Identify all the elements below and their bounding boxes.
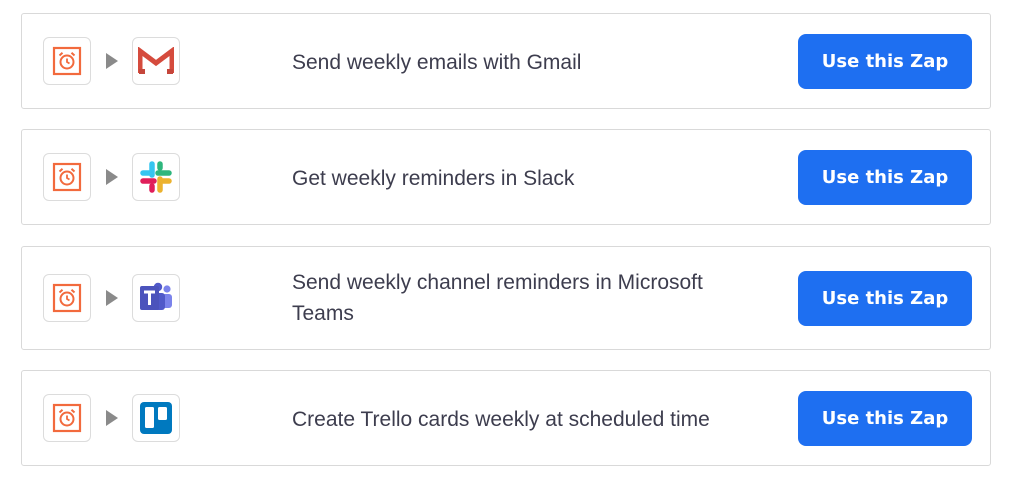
alarm-clock-icon xyxy=(52,283,82,313)
zap-card[interactable]: Send weekly channel reminders in Microso… xyxy=(21,246,991,350)
zap-card[interactable]: Send weekly emails with Gmail Use this Z… xyxy=(21,13,991,109)
alarm-clock-icon xyxy=(52,46,82,76)
zap-template-list: Send weekly emails with Gmail Use this Z… xyxy=(0,0,1024,477)
action-app-icon xyxy=(132,153,180,201)
alarm-clock-icon xyxy=(52,403,82,433)
zap-title: Send weekly channel reminders in Microso… xyxy=(292,271,703,325)
use-zap-button[interactable]: Use this Zap xyxy=(798,391,972,446)
use-zap-button[interactable]: Use this Zap xyxy=(798,271,972,326)
schedule-app-icon xyxy=(43,274,91,322)
schedule-app-icon xyxy=(43,394,91,442)
trello-icon xyxy=(140,402,172,434)
schedule-app-icon xyxy=(43,37,91,85)
zap-card[interactable]: Get weekly reminders in Slack Use this Z… xyxy=(21,129,991,225)
microsoft-teams-icon xyxy=(140,282,172,310)
use-zap-button[interactable]: Use this Zap xyxy=(798,150,972,205)
action-app-icon xyxy=(132,37,180,85)
zap-title: Get weekly reminders in Slack xyxy=(292,167,575,190)
arrow-right-icon xyxy=(106,290,118,306)
action-app-icon xyxy=(132,274,180,322)
alarm-clock-icon xyxy=(52,162,82,192)
zap-title: Send weekly emails with Gmail xyxy=(292,51,582,74)
use-zap-button[interactable]: Use this Zap xyxy=(798,34,972,89)
zap-title: Create Trello cards weekly at scheduled … xyxy=(292,408,710,431)
action-app-icon xyxy=(132,394,180,442)
arrow-right-icon xyxy=(106,53,118,69)
gmail-icon xyxy=(138,47,174,74)
zap-card[interactable]: Create Trello cards weekly at scheduled … xyxy=(21,370,991,466)
arrow-right-icon xyxy=(106,410,118,426)
arrow-right-icon xyxy=(106,169,118,185)
slack-icon xyxy=(140,161,172,193)
schedule-app-icon xyxy=(43,153,91,201)
